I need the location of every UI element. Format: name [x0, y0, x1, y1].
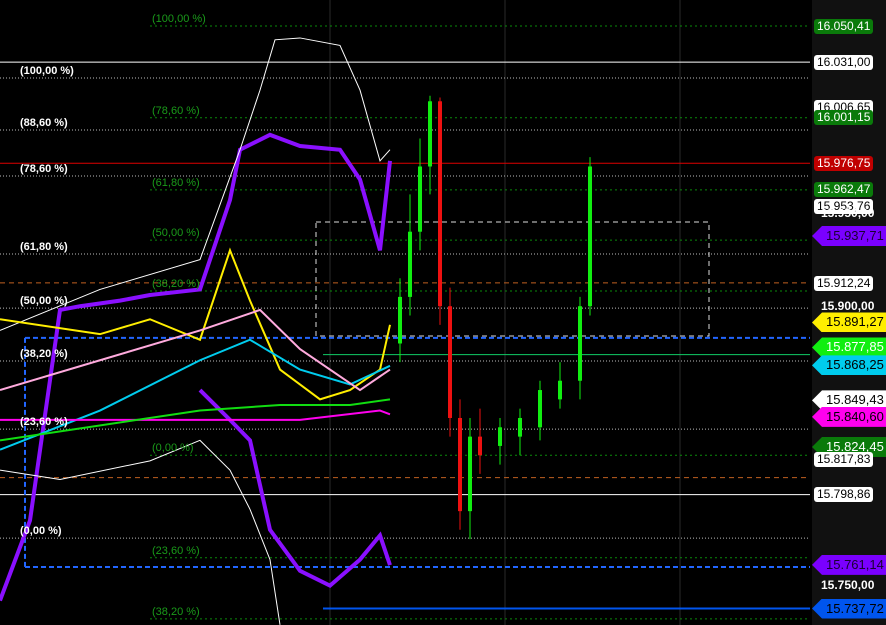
price-label: 15.962,47	[814, 182, 874, 198]
candle-body	[478, 436, 482, 456]
fib-label: (50,00 %)	[152, 227, 200, 240]
candle-body	[448, 306, 452, 418]
candle-body	[518, 417, 522, 437]
price-label: 15.912,24	[814, 275, 874, 291]
fib-label: (38,20 %)	[20, 347, 68, 360]
candle-body	[418, 166, 422, 232]
candle-body	[588, 166, 592, 307]
fib-label: (100,00 %)	[20, 64, 74, 77]
price-label: 16.001,15	[814, 110, 874, 126]
fib-label: (100,00 %)	[152, 13, 206, 25]
fib-label: (38,20 %)	[152, 605, 200, 618]
candle-body	[438, 101, 442, 307]
fib-label: (78,60 %)	[152, 104, 200, 117]
candle-body	[398, 296, 402, 344]
candle-body	[428, 101, 432, 167]
price-label: 15.798,86	[814, 487, 874, 503]
price-label: 15.891,27	[812, 312, 886, 333]
candle-body	[468, 436, 472, 512]
price-label: 16.050,41	[814, 18, 874, 34]
chart-plot	[0, 0, 810, 625]
fib-label: (23,60 %)	[20, 416, 68, 429]
fib-label: (38,20 %)	[152, 278, 200, 291]
candle-body	[498, 427, 502, 446]
price-label: 15.937,71	[812, 225, 886, 246]
price-label: 15.840,60	[812, 406, 886, 427]
fib-label: (61,80 %)	[152, 176, 200, 189]
candle-body	[558, 380, 562, 400]
price-label: 16.031,00	[814, 54, 874, 70]
price-label: 15.761,14	[812, 554, 886, 575]
fib-label: (50,00 %)	[20, 295, 68, 308]
fib-label: (78,60 %)	[20, 162, 68, 175]
price-label: 15.737,72	[812, 598, 886, 619]
price-label: 15.750,00	[821, 578, 875, 593]
fib-label: (0,00 %)	[152, 442, 194, 455]
chart-area[interactable]: (100,00 %) (88,60 %) (78,60 %) (61,80 %) (50…	[0, 0, 886, 625]
fib-label: (61,80 %)	[20, 241, 68, 254]
fib-label: (0,00 %)	[20, 525, 62, 538]
candle-body	[458, 417, 462, 512]
price-label: 15.976,75	[814, 155, 874, 171]
price-label: 15.817,83	[814, 451, 874, 467]
candle-body	[578, 306, 582, 381]
candle-body	[408, 231, 412, 297]
fib-label: (88,60 %)	[20, 116, 68, 129]
price-label: 15.877,85	[812, 337, 886, 358]
fib-label: (23,60 %)	[152, 544, 200, 557]
price-label: 15.900,00	[821, 298, 875, 313]
price-label: 15.950,00	[821, 205, 875, 220]
candle-body	[538, 390, 542, 428]
price-label: 15.868,25	[812, 355, 886, 376]
